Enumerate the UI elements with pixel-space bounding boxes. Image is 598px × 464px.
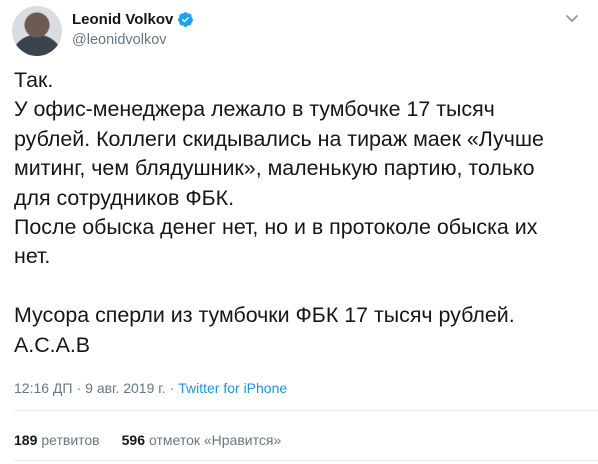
likes-label: отметок «Нравится» bbox=[148, 432, 282, 448]
divider bbox=[14, 410, 598, 411]
meta-separator: · bbox=[169, 380, 175, 396]
likes-stat[interactable]: 596 отметок «Нравится» bbox=[122, 432, 282, 448]
tweet-header: Leonid Volkov @leonidvolkov bbox=[12, 6, 586, 58]
tweet-line: рублей. Коллеги скидывались на тираж мае… bbox=[14, 126, 544, 151]
retweets-count: 189 bbox=[14, 432, 38, 448]
tweet-line: митинг, чем блядушник», маленькую партию… bbox=[14, 156, 535, 181]
tweet-line: А.С.А.В bbox=[14, 332, 91, 357]
retweets-stat[interactable]: 189 ретвитов bbox=[14, 432, 100, 448]
tweet-time[interactable]: 12:16 ДП bbox=[14, 380, 72, 396]
likes-count: 596 bbox=[121, 432, 145, 448]
tweet-line: Мусора сперли из тумбочки ФБК 17 тысяч р… bbox=[14, 303, 515, 328]
author-names: Leonid Volkov @leonidvolkov bbox=[72, 9, 194, 48]
tweet-line: У офис-менеджера лежало в тумбочке 17 ты… bbox=[14, 97, 495, 122]
chevron-down-icon[interactable] bbox=[564, 10, 580, 26]
tweet-line: для сотрудников ФБК. bbox=[14, 185, 235, 210]
display-name[interactable]: Leonid Volkov bbox=[72, 11, 173, 28]
tweet-line: После обыска денег нет, но и в протоколе… bbox=[14, 215, 538, 240]
retweets-label: ретвитов bbox=[41, 432, 100, 448]
verified-badge-icon bbox=[177, 11, 194, 28]
display-name-row: Leonid Volkov bbox=[72, 9, 194, 29]
tweet-source-link[interactable]: Twitter for iPhone bbox=[178, 380, 287, 396]
author-handle[interactable]: @leonidvolkov bbox=[72, 32, 194, 48]
tweet-text: Так. У офис-менеджера лежало в тумбочке … bbox=[14, 66, 588, 360]
tweet-stats: 189 ретвитов 596 отметок «Нравится» bbox=[14, 432, 281, 448]
meta-separator: · bbox=[76, 380, 82, 396]
avatar[interactable] bbox=[12, 6, 62, 56]
tweet-meta: 12:16 ДП · 9 авг. 2019 г. · Twitter for … bbox=[14, 380, 287, 396]
tweet-line: Так. bbox=[14, 68, 54, 92]
tweet-line: нет. bbox=[14, 244, 51, 269]
divider bbox=[14, 460, 598, 461]
tweet-card: Leonid Volkov @leonidvolkov Так. У офис-… bbox=[0, 0, 598, 464]
tweet-date[interactable]: 9 авг. 2019 г. bbox=[85, 380, 165, 396]
